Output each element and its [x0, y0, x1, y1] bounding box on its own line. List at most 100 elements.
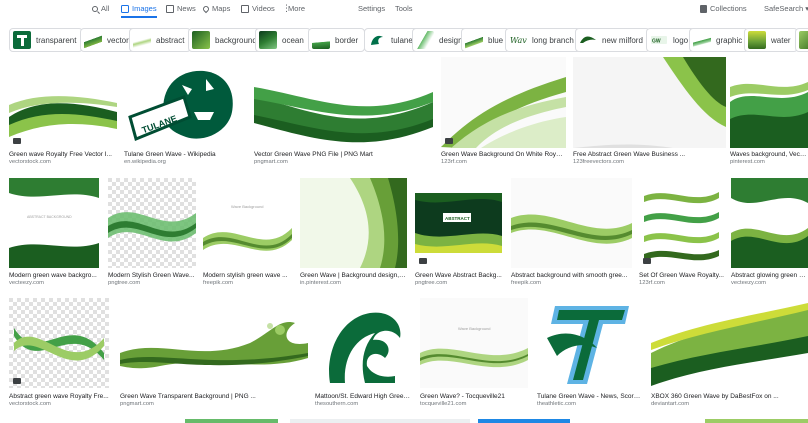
collections-link[interactable]: Collections: [700, 4, 747, 13]
result-title[interactable]: Green wave Royalty Free Vector I...: [9, 151, 117, 158]
tab-all[interactable]: All: [92, 4, 109, 13]
svg-text:GW: GW: [652, 39, 661, 45]
tools-link[interactable]: Tools: [395, 4, 413, 13]
result-tile[interactable]: Waves background, Vector ... pinterest.c…: [730, 57, 808, 165]
result-image[interactable]: ABSTRACT BACKGROUND: [9, 178, 99, 268]
result-title[interactable]: Abstract background with smooth gree...: [511, 272, 632, 279]
chip-label: long branch: [532, 35, 574, 45]
result-image[interactable]: Wave Background: [420, 298, 528, 388]
chip-more[interactable]: [795, 28, 808, 52]
result-tile[interactable]: Vector Green Wave PNG File | PNG Mart pn…: [254, 57, 433, 165]
tab-more[interactable]: More: [282, 3, 305, 14]
result-tile[interactable]: Wave Background Modern stylish green wav…: [203, 178, 292, 288]
result-tile[interactable]: XBOX 360 Green Wave by DaBestFox on ... …: [651, 298, 808, 413]
result-image[interactable]: [185, 419, 278, 423]
result-tile[interactable]: Abstract glowing green wa... vecteezy.co…: [731, 178, 808, 288]
result-title[interactable]: Mattoon/St. Edward High Green...: [315, 393, 411, 400]
chip-vector[interactable]: vector: [80, 28, 136, 52]
result-image[interactable]: [290, 419, 470, 423]
tab-news[interactable]: News: [166, 4, 196, 13]
result-image[interactable]: [639, 178, 725, 268]
result-image[interactable]: [254, 57, 433, 148]
result-image[interactable]: [705, 419, 808, 423]
result-tile[interactable]: Modern Stylish Green Wave... pngtree.com: [108, 178, 196, 288]
result-image[interactable]: [120, 298, 308, 388]
chip-thumbnail: [368, 31, 386, 49]
chip-border[interactable]: border: [308, 28, 366, 52]
result-source: en.wikipedia.org: [124, 159, 166, 165]
chip-new-milford[interactable]: new milford: [575, 28, 650, 52]
chip-blue[interactable]: blue: [461, 28, 511, 52]
chip-transparent[interactable]: transparent: [9, 28, 84, 52]
result-title[interactable]: Vector Green Wave PNG File | PNG Mart: [254, 151, 433, 158]
result-title[interactable]: Green Wave Abstract Backg...: [415, 272, 502, 279]
result-tile[interactable]: TULANE Tulane Green Wave - Wikipedia en.…: [124, 57, 246, 165]
result-title[interactable]: Abstract green wave Royalty Fre...: [9, 393, 109, 400]
result-title[interactable]: Tulane Green Wave - News, Scores ...: [537, 393, 643, 400]
result-image[interactable]: [730, 57, 808, 148]
result-image[interactable]: [108, 178, 196, 268]
image-type-badge: [419, 258, 427, 264]
tab-maps[interactable]: Maps: [201, 4, 230, 13]
result-source: pngmart.com: [254, 159, 288, 165]
result-image[interactable]: ABSTRACT: [415, 178, 502, 268]
result-title[interactable]: Abstract glowing green wa...: [731, 272, 808, 279]
result-image[interactable]: [537, 298, 643, 388]
result-title[interactable]: Modern stylish green wave ...: [203, 272, 292, 279]
result-image[interactable]: TULANE: [124, 57, 246, 148]
result-tile[interactable]: Abstract green wave Royalty Fre... vecto…: [9, 298, 109, 413]
result-title[interactable]: Waves background, Vector ...: [730, 151, 808, 158]
result-title[interactable]: XBOX 360 Green Wave by DaBestFox on ...: [651, 393, 808, 400]
chip-background[interactable]: background: [188, 28, 264, 52]
next-row-preview: [0, 419, 808, 423]
result-image[interactable]: [573, 57, 726, 148]
settings-link[interactable]: Settings: [358, 4, 385, 13]
chip-abstract[interactable]: abstract: [129, 28, 192, 52]
result-tile[interactable]: Mattoon/St. Edward High Green... thesout…: [315, 298, 411, 413]
result-image[interactable]: [478, 419, 570, 423]
result-image[interactable]: [300, 178, 407, 268]
tab-label: Images: [132, 4, 157, 13]
result-tile[interactable]: Tulane Green Wave - News, Scores ... the…: [537, 298, 643, 413]
chip-thumbnail: [133, 31, 151, 49]
result-tile[interactable]: Free Abstract Green Wave Business ... 12…: [573, 57, 726, 165]
result-tile[interactable]: Abstract background with smooth gree... …: [511, 178, 632, 288]
result-image[interactable]: [315, 298, 411, 388]
search-tabs-bar: All Images News Maps Videos More Setting…: [0, 0, 808, 18]
result-title[interactable]: Set Of Green Wave Royalty...: [639, 272, 725, 279]
chip-water[interactable]: water: [744, 28, 798, 52]
result-image[interactable]: Wave Background: [203, 178, 292, 268]
result-image[interactable]: [651, 298, 808, 388]
result-tile[interactable]: Green wave Royalty Free Vector I... vect…: [9, 57, 117, 165]
result-image[interactable]: [9, 57, 117, 148]
result-image[interactable]: [9, 298, 109, 388]
tab-images[interactable]: Images: [121, 4, 157, 13]
result-tile[interactable]: Green Wave Background On White Royalt...…: [441, 57, 566, 165]
chip-graphic[interactable]: graphic: [689, 28, 750, 52]
result-image[interactable]: [731, 178, 808, 268]
result-title[interactable]: Green Wave Transparent Background | PNG …: [120, 393, 308, 400]
result-tile[interactable]: ABSTRACT BACKGROUND Modern green wave ba…: [9, 178, 99, 288]
result-image[interactable]: [511, 178, 632, 268]
wave-bg-text: Wave Background: [231, 204, 264, 209]
tab-videos[interactable]: Videos: [241, 4, 275, 13]
safesearch-toggle[interactable]: SafeSearch ▾: [764, 4, 808, 13]
result-image[interactable]: [441, 57, 566, 148]
result-title[interactable]: Green Wave Background On White Royalt...: [441, 151, 566, 158]
chip-ocean[interactable]: ocean: [255, 28, 311, 52]
chip-logo[interactable]: GW logo: [646, 28, 696, 52]
result-tile[interactable]: Green Wave | Background design, G... in.…: [300, 178, 407, 288]
result-tile[interactable]: Wave Background Green Wave? - Tocquevill…: [420, 298, 528, 413]
videos-icon: [241, 4, 249, 13]
result-title[interactable]: Tulane Green Wave - Wikipedia: [124, 151, 246, 158]
result-title[interactable]: Free Abstract Green Wave Business ...: [573, 151, 726, 158]
result-title[interactable]: Green Wave | Background design, G...: [300, 272, 407, 279]
result-tile[interactable]: ABSTRACT Green Wave Abstract Backg... pn…: [415, 178, 502, 288]
result-tile[interactable]: Set Of Green Wave Royalty... 123rf.com: [639, 178, 725, 288]
chip-thumbnail: [693, 31, 711, 49]
result-tile[interactable]: Green Wave Transparent Background | PNG …: [120, 298, 308, 413]
result-title[interactable]: Modern Stylish Green Wave...: [108, 272, 196, 279]
result-title[interactable]: Modern green wave backgro...: [9, 272, 99, 279]
chip-long-branch[interactable]: Wav long branch: [505, 28, 581, 52]
result-title[interactable]: Green Wave? - Tocqueville21: [420, 393, 528, 400]
